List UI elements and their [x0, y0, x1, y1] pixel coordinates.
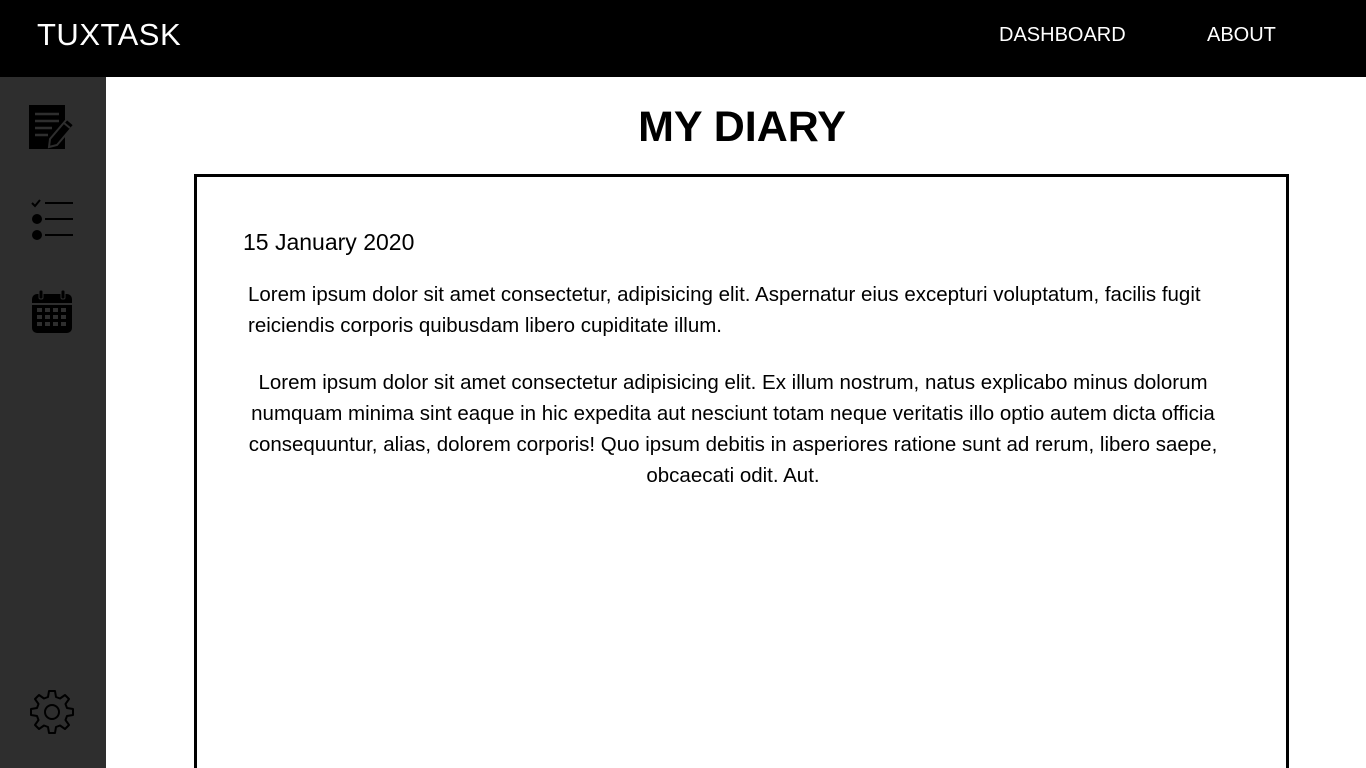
- main-content: MY DIARY 15 January 2020 Lorem ipsum dol…: [106, 77, 1366, 768]
- diary-entry-card: 15 January 2020 Lorem ipsum dolor sit am…: [194, 174, 1289, 768]
- entry-date: 15 January 2020: [243, 229, 415, 255]
- nav-about-link[interactable]: ABOUT: [1207, 22, 1276, 48]
- sidebar-item-diary[interactable]: [26, 101, 78, 153]
- sidebar-item-tasks[interactable]: [26, 195, 78, 247]
- top-navbar: TUXTASK DASHBOARD ABOUT: [0, 0, 1366, 77]
- app-brand[interactable]: TUXTASK: [37, 16, 181, 54]
- sidebar-item-settings[interactable]: [26, 686, 78, 738]
- sidebar: [0, 77, 106, 768]
- page-title: MY DIARY: [638, 103, 846, 151]
- calendar-icon: [32, 289, 72, 333]
- nav-dashboard-link[interactable]: DASHBOARD: [999, 22, 1126, 48]
- entry-paragraph: Lorem ipsum dolor sit amet consectetur a…: [248, 371, 1218, 487]
- gear-icon: [30, 690, 74, 734]
- edit-document-icon: [29, 105, 76, 149]
- entry-paragraph: Lorem ipsum dolor sit amet consectetur, …: [248, 283, 1201, 337]
- checklist-icon: [31, 199, 73, 240]
- sidebar-item-calendar[interactable]: [26, 287, 78, 339]
